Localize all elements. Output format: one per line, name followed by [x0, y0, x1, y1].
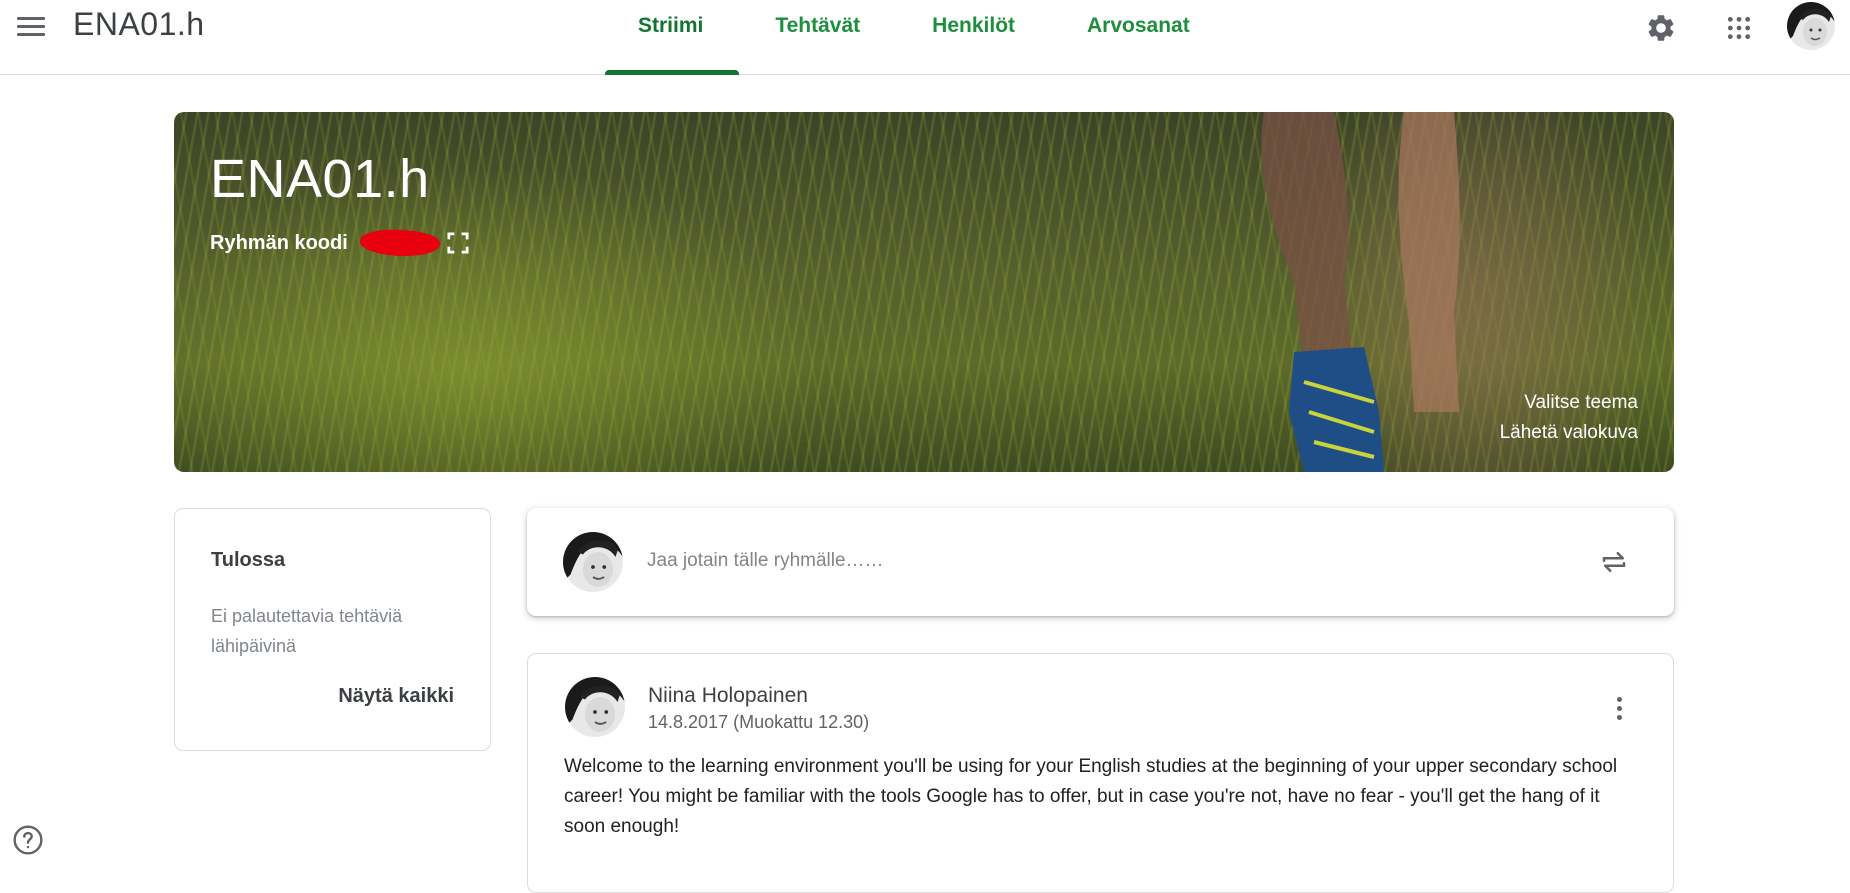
class-banner: ENA01.h Ryhmän koodi Valitse teema Lähet… [174, 112, 1674, 472]
tab-bar: Striimi Tehtävät Henkilöt Arvosanat [605, 0, 1226, 75]
apps-grid-icon[interactable] [1717, 6, 1761, 50]
fullscreen-icon[interactable] [444, 229, 472, 257]
upcoming-message: Ei palautettavia tehtäviä lähipäivinä [211, 606, 403, 656]
account-avatar[interactable] [1787, 2, 1835, 50]
post-date: 14.8.2017 (Muokattu 12.30) [648, 712, 870, 732]
help-icon[interactable] [12, 824, 44, 856]
banner-class-title: ENA01.h [210, 149, 430, 209]
share-composer[interactable]: Jaa jotain tälle ryhmälle…… [527, 508, 1674, 616]
upcoming-panel: Tulossa Ei palautettavia tehtäviä lähipä… [174, 508, 491, 751]
upcoming-title: Tulossa [211, 549, 286, 571]
menu-icon[interactable] [12, 10, 50, 42]
upload-photo-link[interactable]: Lähetä valokuva [1500, 422, 1638, 444]
user-avatar [563, 532, 623, 592]
class-title[interactable]: ENA01.h [73, 6, 205, 43]
stream-post: Niina Holopainen 14.8.2017 (Muokattu 12.… [527, 653, 1674, 893]
settings-gear-icon[interactable] [1639, 6, 1683, 50]
runner-legs-image [1261, 112, 1460, 472]
reuse-post-icon[interactable] [1592, 540, 1636, 584]
class-code-label: Ryhmän koodi [210, 231, 348, 254]
tab-people[interactable]: Henkilöt [896, 0, 1051, 75]
class-code-row: Ryhmän koodi [210, 227, 472, 259]
share-placeholder[interactable]: Jaa jotain tälle ryhmälle…… [647, 550, 884, 572]
view-all-link[interactable]: Näytä kaikki [338, 685, 454, 708]
post-author: Niina Holopainen [648, 684, 808, 707]
top-app-bar: ENA01.h Striimi Tehtävät Henkilöt Arvosa… [0, 0, 1850, 75]
tab-stream[interactable]: Striimi [605, 0, 740, 75]
class-code-redacted [359, 227, 441, 259]
more-options-icon[interactable] [1601, 690, 1637, 726]
select-theme-link[interactable]: Valitse teema [1524, 392, 1638, 414]
post-body: Welcome to the learning environment you'… [564, 756, 1618, 837]
tab-grades[interactable]: Arvosanat [1051, 0, 1226, 75]
tab-classwork[interactable]: Tehtävät [739, 0, 896, 75]
author-avatar [565, 677, 625, 737]
